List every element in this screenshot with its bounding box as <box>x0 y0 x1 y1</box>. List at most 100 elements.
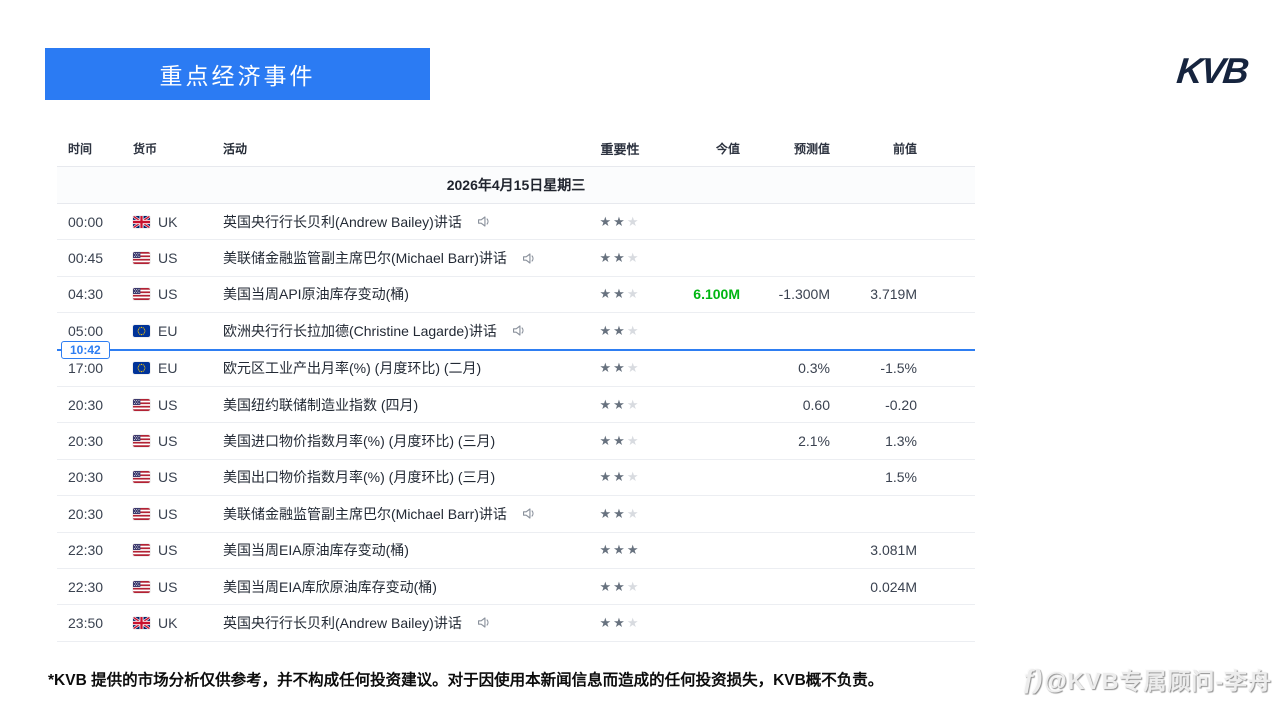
importance-stars: ★★★ <box>575 214 665 230</box>
speaker-icon[interactable] <box>521 506 537 521</box>
previous-value: 3.719M <box>870 286 917 303</box>
event-activity: 美联储金融监管副主席巴尔(Michael Barr)讲话 <box>223 248 575 268</box>
activity-label: 美联储金融监管副主席巴尔(Michael Barr)讲话 <box>223 250 507 267</box>
speaker-icon[interactable] <box>521 251 537 266</box>
currency-code: EU <box>158 360 178 377</box>
importance-stars: ★★★ <box>575 542 665 558</box>
event-activity: 美国当周API原油库存变动(桶) <box>223 284 575 304</box>
event-currency: EU <box>125 323 223 339</box>
table-row: 00:00 UK 英国央行行长贝利(Andrew Bailey)讲话 ★★★ <box>57 204 975 241</box>
star-empty-icon: ★ <box>626 469 641 485</box>
importance-stars: ★★★ <box>575 323 665 339</box>
star-filled-icon: ★ <box>599 614 614 630</box>
speaker-icon[interactable] <box>511 323 527 338</box>
table-row: 05:00 EU 欧洲央行行长拉加德(Christine Lagarde)讲话 … <box>57 313 975 350</box>
header-forecast: 预测值 <box>793 142 830 156</box>
star-empty-icon: ★ <box>626 396 641 412</box>
currency-code: US <box>158 469 178 486</box>
section-title: 重点经济事件 <box>159 63 316 89</box>
event-activity: 欧元区工业产出月率(%) (月度环比) (二月) <box>223 358 575 378</box>
star-filled-icon: ★ <box>613 286 627 302</box>
star-filled-icon: ★ <box>599 578 614 594</box>
importance-stars: ★★★ <box>575 360 665 376</box>
activity-label: 英国央行行长贝利(Andrew Bailey)讲话 <box>223 614 462 631</box>
current-time-label: 10:42 <box>61 340 110 359</box>
star-empty-icon: ★ <box>626 578 641 594</box>
currency-code: US <box>158 250 178 267</box>
currency-flag-icon <box>133 288 150 301</box>
activity-label: 美国当周EIA库欣原油库存变动(桶) <box>223 578 437 595</box>
star-filled-icon: ★ <box>599 213 614 229</box>
currency-code: US <box>158 505 178 522</box>
event-currency: US <box>125 542 223 558</box>
table-row: 17:00 EU 欧元区工业产出月率(%) (月度环比) (二月) ★★★ 0.… <box>57 351 975 387</box>
activity-label: 美国纽约联储制造业指数 (四月) <box>223 396 419 413</box>
event-currency: UK <box>125 615 223 631</box>
currency-code: US <box>158 542 178 559</box>
star-empty-icon: ★ <box>626 213 641 229</box>
star-filled-icon: ★ <box>599 505 614 521</box>
disclaimer-text: *KVB 提供的市场分析仅供参考，并不构成任何投资建议。对于因使用本新闻信息而造… <box>48 672 884 689</box>
speaker-icon[interactable] <box>476 615 492 630</box>
star-empty-icon: ★ <box>626 286 641 302</box>
header-time: 时间 <box>68 142 93 156</box>
previous-value: -0.20 <box>885 396 917 413</box>
star-filled-icon: ★ <box>599 322 614 338</box>
event-currency: US <box>125 250 223 266</box>
star-filled-icon: ★ <box>599 433 614 449</box>
table-row: 22:30 US 美国当周EIA原油库存变动(桶) ★★★ 3.081M <box>57 533 975 569</box>
star-filled-icon: ★ <box>599 542 614 558</box>
importance-stars: ★★★ <box>575 433 665 449</box>
currency-flag-icon <box>133 616 150 629</box>
event-time: 22:30 <box>68 542 104 559</box>
star-empty-icon: ★ <box>626 250 641 266</box>
event-activity: 美国进口物价指数月率(%) (月度环比) (三月) <box>223 431 575 451</box>
header-currency: 货币 <box>133 142 158 156</box>
event-time: 22:30 <box>68 578 104 595</box>
currency-flag-icon <box>133 507 150 520</box>
star-filled-icon: ★ <box>613 578 627 594</box>
table-row: 20:30 US 美联储金融监管副主席巴尔(Michael Barr)讲话 ★★… <box>57 496 975 533</box>
star-filled-icon: ★ <box>613 213 627 229</box>
watermark-text: @KVB专属顾问-李舟 <box>1044 668 1272 694</box>
header-importance: 重要性 <box>600 142 640 157</box>
event-currency: UK <box>125 214 223 230</box>
star-filled-icon: ★ <box>613 396 627 412</box>
speaker-icon[interactable] <box>476 214 492 229</box>
activity-label: 欧洲央行行长拉加德(Christine Lagarde)讲话 <box>223 322 497 339</box>
currency-flag-icon <box>133 362 150 375</box>
currency-flag-icon <box>133 471 150 484</box>
event-time: 23:50 <box>68 614 104 631</box>
star-filled-icon: ★ <box>613 614 627 630</box>
date-header: 2026年4月15日星期三 <box>446 177 586 193</box>
currency-flag-icon <box>133 435 150 448</box>
activity-label: 欧元区工业产出月率(%) (月度环比) (二月) <box>223 360 482 377</box>
table-header-row: 时间 货币 活动 重要性 今值 预测值 前值 <box>57 131 975 167</box>
star-filled-icon: ★ <box>613 360 627 376</box>
forecast-value: 0.60 <box>802 396 830 413</box>
table-row: 20:30 US 美国出口物价指数月率(%) (月度环比) (三月) ★★★ 1… <box>57 460 975 497</box>
header-actual: 今值 <box>715 142 740 156</box>
activity-label: 美国进口物价指数月率(%) (月度环比) (三月) <box>223 433 496 450</box>
currency-code: EU <box>158 322 178 339</box>
kvb-logo: KVB <box>1174 50 1250 91</box>
event-currency: EU <box>125 360 223 376</box>
star-filled-icon: ★ <box>599 286 614 302</box>
star-empty-icon: ★ <box>626 505 641 521</box>
currency-flag-icon <box>133 215 150 228</box>
event-currency: US <box>125 433 223 449</box>
star-empty-icon: ★ <box>626 433 641 449</box>
event-time: 20:30 <box>68 433 104 450</box>
forecast-value: -1.300M <box>778 286 830 303</box>
previous-value: -1.5% <box>880 360 917 377</box>
previous-value: 1.5% <box>885 469 917 486</box>
currency-code: US <box>158 286 178 303</box>
star-filled-icon: ★ <box>599 360 614 376</box>
star-filled-icon: ★ <box>613 469 627 485</box>
importance-stars: ★★★ <box>575 506 665 522</box>
event-currency: US <box>125 579 223 595</box>
event-activity: 美国当周EIA库欣原油库存变动(桶) <box>223 577 575 597</box>
importance-stars: ★★★ <box>575 397 665 413</box>
activity-label: 英国央行行长贝利(Andrew Bailey)讲话 <box>223 213 462 230</box>
watermark: ƒ) @KVB专属顾问-李舟 <box>1021 662 1272 696</box>
